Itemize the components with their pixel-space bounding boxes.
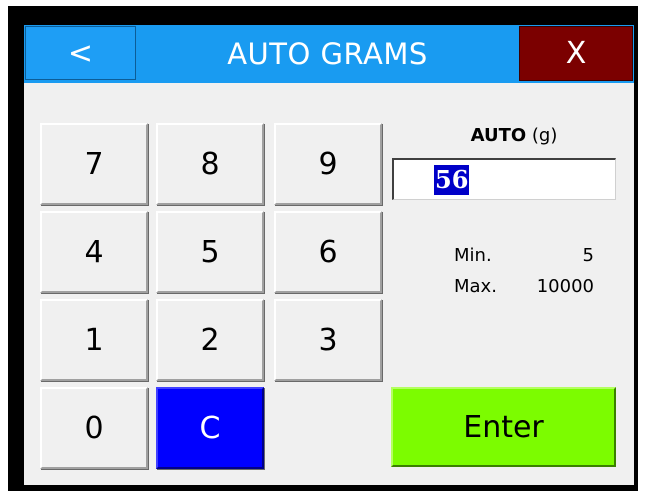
enter-button[interactable]: Enter	[391, 387, 616, 467]
key-9[interactable]: 9	[274, 123, 382, 205]
min-limit: Min. 5	[454, 245, 594, 266]
key-1[interactable]: 1	[40, 299, 148, 381]
close-button[interactable]: X	[519, 26, 633, 81]
dialog-title: AUTO GRAMS	[227, 37, 428, 71]
auto-grams-dialog: < AUTO GRAMS X 7 8 9 4 5 6 1 2 3 0 C AUT…	[24, 25, 634, 485]
value-label: AUTO (g)	[394, 125, 634, 146]
min-label: Min.	[454, 245, 492, 266]
max-limit: Max. 10000	[454, 276, 594, 297]
key-5[interactable]: 5	[156, 211, 264, 293]
back-button[interactable]: <	[25, 26, 136, 80]
key-3[interactable]: 3	[274, 299, 382, 381]
key-0[interactable]: 0	[40, 387, 148, 469]
title-bar: < AUTO GRAMS X	[24, 25, 634, 83]
grams-input[interactable]: 56	[392, 158, 616, 200]
key-6[interactable]: 6	[274, 211, 382, 293]
key-7[interactable]: 7	[40, 123, 148, 205]
value-label-unit: (g)	[531, 125, 558, 146]
max-label: Max.	[454, 276, 497, 297]
grams-input-value: 56	[434, 165, 470, 195]
min-value: 5	[582, 245, 594, 266]
clear-button[interactable]: C	[156, 387, 264, 469]
key-2[interactable]: 2	[156, 299, 264, 381]
value-label-mode: AUTO	[470, 125, 527, 146]
key-4[interactable]: 4	[40, 211, 148, 293]
key-8[interactable]: 8	[156, 123, 264, 205]
max-value: 10000	[536, 276, 594, 297]
